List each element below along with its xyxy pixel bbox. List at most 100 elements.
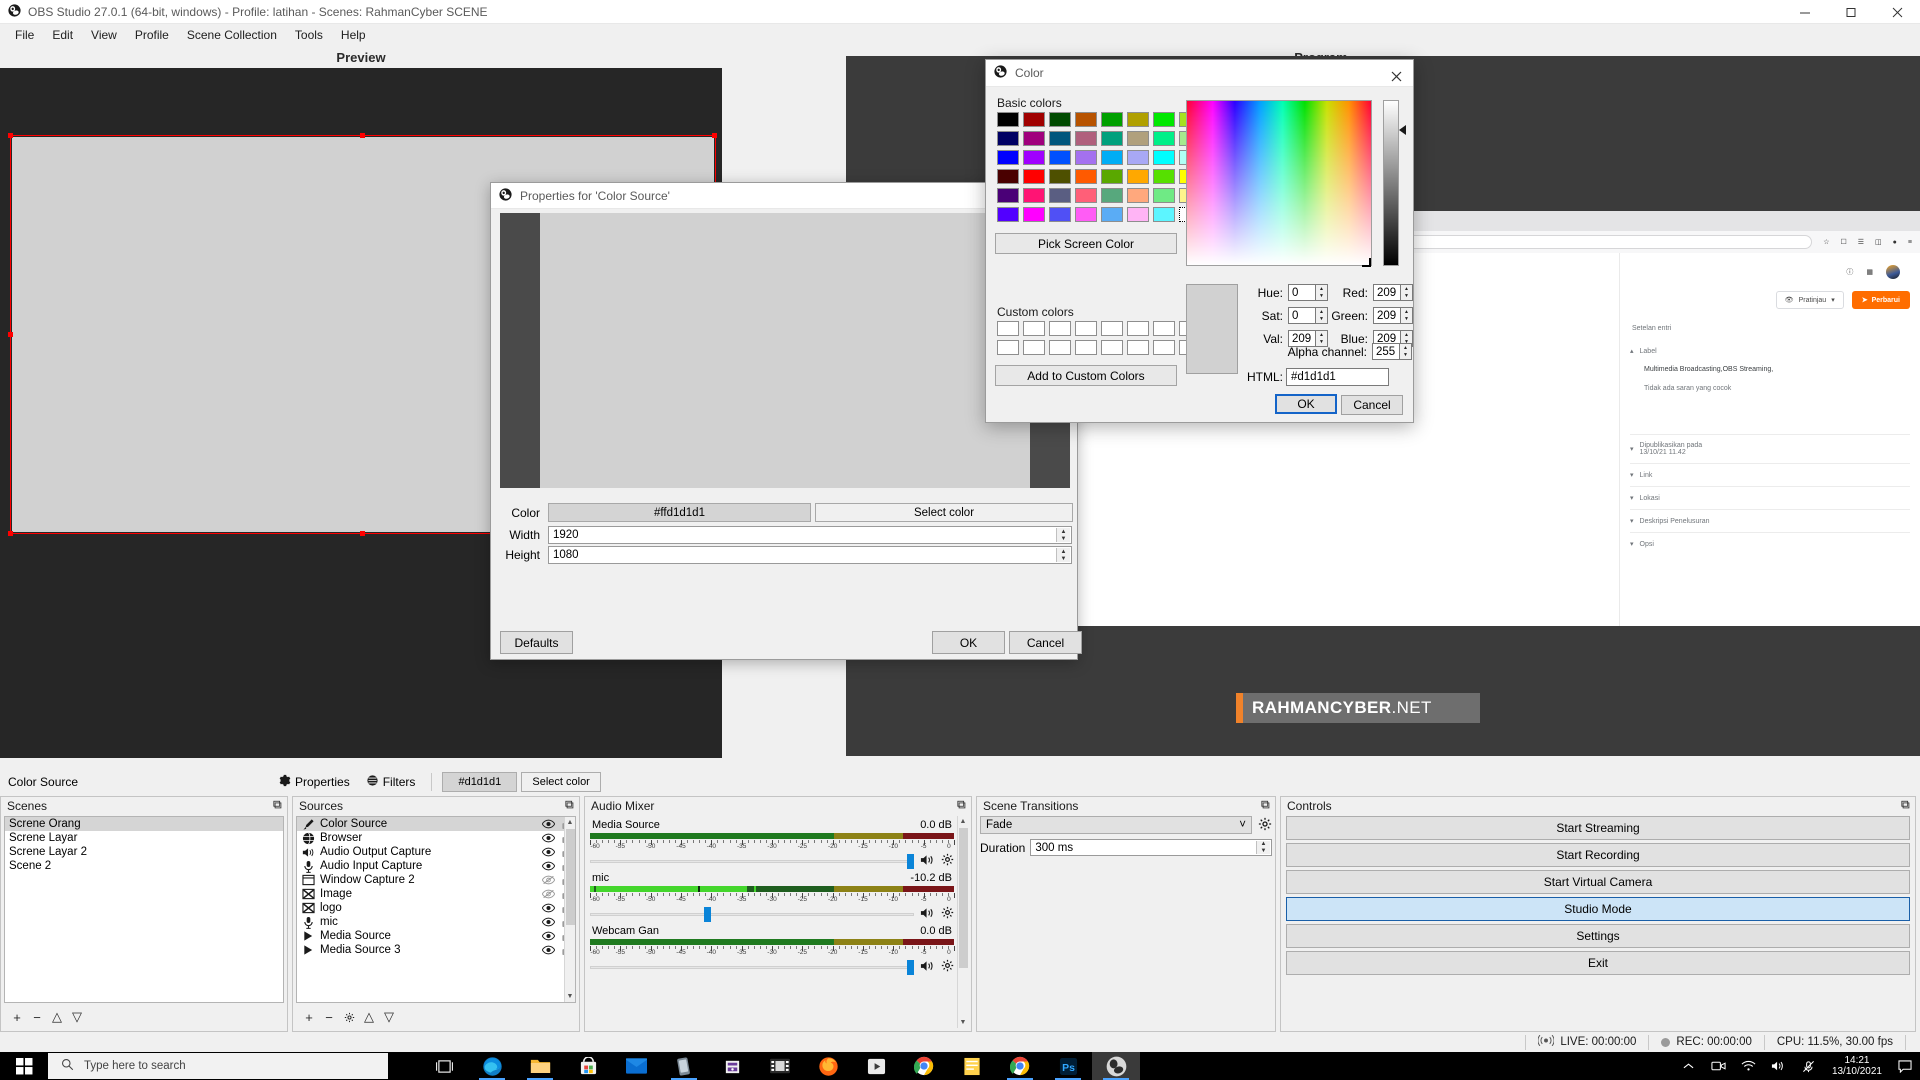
basic-color-swatch[interactable] (1127, 207, 1149, 222)
source-visibility-toggle[interactable] (539, 889, 557, 899)
color-ok-button[interactable]: OK (1275, 394, 1337, 414)
stepper-up-icon[interactable]: ▲ (1316, 285, 1327, 293)
search-input[interactable]: Type here to search (48, 1053, 388, 1079)
stepper-down-icon[interactable]: ▼ (1316, 293, 1327, 301)
basic-color-swatch[interactable] (1101, 207, 1123, 222)
menu-view[interactable]: View (82, 25, 126, 45)
scroll-up-icon[interactable]: ▲ (565, 817, 575, 828)
volume-slider[interactable] (590, 853, 914, 869)
stepper-down-icon[interactable]: ▼ (1316, 316, 1327, 324)
stepper-down-icon[interactable]: ▼ (1057, 555, 1070, 562)
alpha-input[interactable]: 255 (1372, 343, 1399, 360)
file-explorer-icon[interactable] (516, 1052, 564, 1080)
width-input[interactable]: 1920 ▲ ▼ (548, 526, 1072, 544)
basic-color-swatch[interactable] (1023, 207, 1045, 222)
menu-help[interactable]: Help (332, 25, 375, 45)
show-hidden-icons-chevron-icon[interactable] (1674, 1052, 1704, 1080)
pick-screen-color-button[interactable]: Pick Screen Color (995, 233, 1177, 254)
source-item[interactable]: Color Source (297, 817, 575, 831)
source-visibility-toggle[interactable] (539, 847, 557, 857)
scrollbar-thumb[interactable] (566, 829, 575, 925)
properties-cancel-button[interactable]: Cancel (1009, 631, 1082, 654)
green-input[interactable]: 209 (1373, 307, 1400, 324)
basic-color-swatch[interactable] (1127, 131, 1149, 146)
basic-color-swatch[interactable] (997, 207, 1019, 222)
stepper-up-icon[interactable]: ▲ (1057, 548, 1070, 555)
scenes-list[interactable]: Screne Orang Screne Layar Screne Layar 2… (4, 816, 284, 1003)
resize-handle-tc[interactable] (360, 133, 365, 138)
volume-slider[interactable] (590, 959, 914, 975)
basic-color-swatch[interactable] (1127, 112, 1149, 127)
studio-mode-button[interactable]: Studio Mode (1286, 897, 1910, 921)
color-value-display[interactable]: #ffd1d1d1 (548, 503, 811, 522)
custom-color-swatch[interactable] (1101, 321, 1123, 336)
basic-color-swatch[interactable] (1023, 169, 1045, 184)
basic-color-swatch[interactable] (1023, 112, 1045, 127)
scene-item[interactable]: Screne Layar (5, 831, 283, 845)
menu-profile[interactable]: Profile (126, 25, 178, 45)
winrar-icon[interactable] (708, 1052, 756, 1080)
chrome-alt-icon[interactable] (996, 1052, 1044, 1080)
custom-color-swatch[interactable] (1127, 340, 1149, 355)
start-recording-button[interactable]: Start Recording (1286, 843, 1910, 867)
preview-post-button[interactable]: 👁 Pratinjau ▾ (1776, 291, 1844, 309)
green-stepper[interactable]: ▲▼ (1400, 307, 1413, 324)
basic-color-swatch[interactable] (1153, 150, 1175, 165)
link-row[interactable]: ▾ Link (1630, 463, 1910, 486)
basic-color-swatch[interactable] (1127, 188, 1149, 203)
resize-handle-tl[interactable] (8, 133, 13, 138)
width-stepper[interactable]: ▲ ▼ (1056, 528, 1070, 542)
basic-color-swatch[interactable] (1075, 112, 1097, 127)
value-slider-arrow-icon[interactable] (1399, 125, 1406, 135)
duration-stepper[interactable]: ▲ ▼ (1256, 841, 1270, 854)
custom-color-swatch[interactable] (1023, 321, 1045, 336)
add-scene-button[interactable]: + (8, 1008, 26, 1026)
custom-color-swatch[interactable] (1153, 340, 1175, 355)
basic-color-swatch[interactable] (1049, 150, 1071, 165)
source-item[interactable]: logo (297, 901, 575, 915)
add-source-button[interactable]: + (300, 1008, 318, 1026)
resize-handle-bl[interactable] (8, 531, 13, 536)
select-color-button[interactable]: Select color (521, 772, 600, 792)
basic-color-swatch[interactable] (1075, 207, 1097, 222)
custom-color-swatch[interactable] (997, 321, 1019, 336)
saturation-value-picker[interactable] (1186, 100, 1372, 266)
scroll-down-icon[interactable]: ▼ (565, 991, 575, 1002)
stepper-up-icon[interactable]: ▲ (1401, 331, 1412, 339)
slider-thumb[interactable] (704, 907, 711, 922)
action-center-icon[interactable] (1890, 1052, 1920, 1080)
stepper-down-icon[interactable]: ▼ (1401, 293, 1412, 301)
scrollbar-thumb[interactable] (959, 828, 968, 968)
stepper-down-icon[interactable]: ▼ (1401, 316, 1412, 324)
source-item[interactable]: mic (297, 915, 575, 929)
source-visibility-toggle[interactable] (539, 833, 557, 843)
duration-input[interactable]: 300 ms ▲ ▼ (1030, 839, 1272, 856)
scenes-float-icon[interactable] (273, 799, 283, 813)
custom-color-swatch[interactable] (997, 340, 1019, 355)
location-row[interactable]: ▾ Lokasi (1630, 486, 1910, 509)
basic-color-swatch[interactable] (1023, 131, 1045, 146)
sat-stepper[interactable]: ▲▼ (1315, 307, 1328, 324)
custom-color-swatch[interactable] (1075, 321, 1097, 336)
microsoft-store-icon[interactable] (564, 1052, 612, 1080)
avatar[interactable] (1886, 265, 1900, 279)
basic-color-swatch[interactable] (1153, 131, 1175, 146)
html-input[interactable]: #d1d1d1 (1286, 368, 1389, 386)
add-to-custom-colors-button[interactable]: Add to Custom Colors (995, 365, 1177, 386)
stepper-up-icon[interactable]: ▲ (1400, 344, 1411, 352)
settings-button[interactable]: Settings (1286, 924, 1910, 948)
remove-scene-button[interactable]: − (28, 1008, 46, 1026)
basic-color-swatch[interactable] (1153, 169, 1175, 184)
source-visibility-toggle[interactable] (539, 917, 557, 927)
camera-tray-icon[interactable] (1704, 1052, 1734, 1080)
custom-color-swatch[interactable] (1153, 321, 1175, 336)
pocket-icon[interactable]: ☐ (1840, 238, 1846, 246)
source-visibility-toggle[interactable] (539, 945, 557, 955)
basic-color-swatch[interactable] (1153, 207, 1175, 222)
basic-color-swatch[interactable] (1023, 150, 1045, 165)
basic-color-swatch[interactable] (1049, 207, 1071, 222)
wifi-icon[interactable] (1734, 1052, 1764, 1080)
search-description-row[interactable]: ▾ Deskripsi Penelusuran (1630, 509, 1910, 532)
red-input[interactable]: 209 (1373, 284, 1400, 301)
microphone-muted-icon[interactable] (1794, 1052, 1824, 1080)
